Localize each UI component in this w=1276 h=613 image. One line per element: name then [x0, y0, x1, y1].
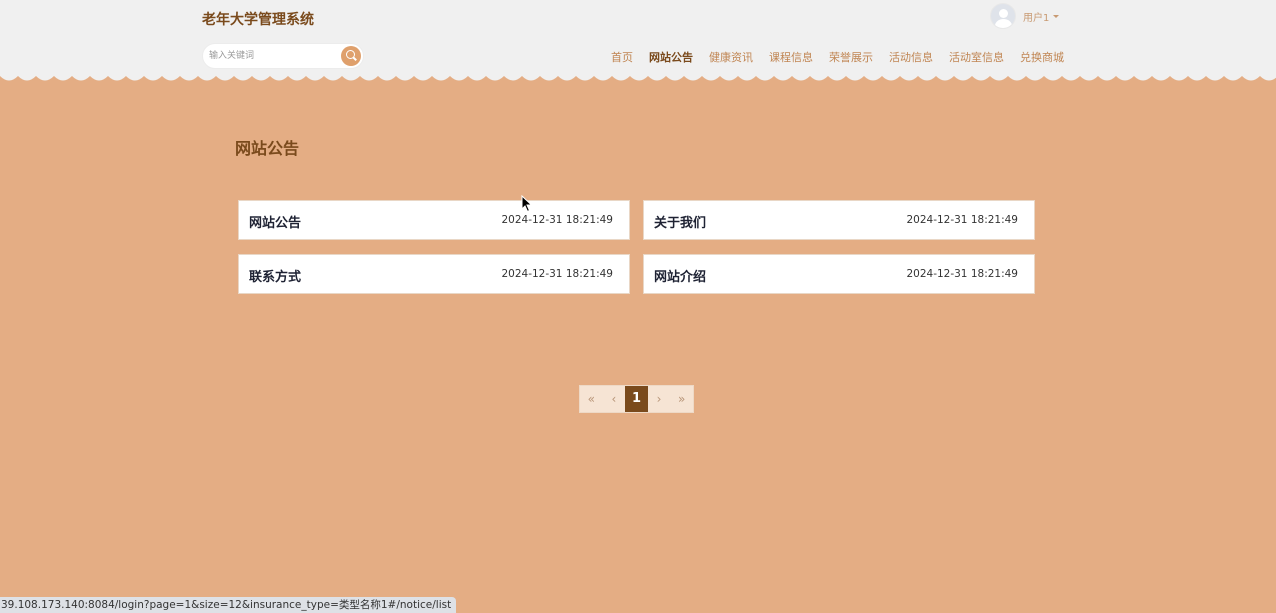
- pagination-page-current[interactable]: 1: [625, 386, 648, 412]
- notice-item[interactable]: 网站公告 2024-12-31 18:21:49: [238, 200, 630, 240]
- main-nav: 首页 网站公告 健康资讯 课程信息 荣誉展示 活动信息 活动室信息 兑换商城: [595, 50, 1064, 66]
- search-button[interactable]: [341, 46, 361, 66]
- notice-title: 网站介绍: [654, 270, 707, 285]
- nav-item-notice[interactable]: 网站公告: [649, 50, 693, 66]
- notice-item[interactable]: 联系方式 2024-12-31 18:21:49: [238, 254, 630, 294]
- nav-item-honors[interactable]: 荣誉展示: [829, 50, 873, 66]
- pagination-next-button[interactable]: ›: [647, 386, 671, 412]
- user-name: 用户1: [1023, 12, 1050, 24]
- nav-item-home[interactable]: 首页: [611, 50, 633, 66]
- mouse-cursor-icon: [521, 195, 533, 213]
- notice-title: 联系方式: [249, 270, 302, 285]
- notice-title: 关于我们: [654, 216, 707, 231]
- site-title: 老年大学管理系统: [202, 12, 314, 28]
- browser-status-bar: 39.108.173.140:8084/login?page=1&size=12…: [0, 597, 457, 613]
- chevron-down-icon: [1053, 14, 1060, 18]
- search-box: [202, 43, 364, 69]
- notice-time: 2024-12-31 18:21:49: [501, 214, 613, 226]
- pagination-first-button[interactable]: «: [580, 386, 603, 412]
- header-wave-divider: [0, 72, 1276, 88]
- user-menu[interactable]: 用户1: [990, 3, 1060, 29]
- notice-item[interactable]: 网站介绍 2024-12-31 18:21:49: [643, 254, 1035, 294]
- page-title: 网站公告: [235, 139, 300, 158]
- pagination-prev-button[interactable]: ‹: [602, 386, 626, 412]
- nav-item-activity-rooms[interactable]: 活动室信息: [949, 50, 1004, 66]
- nav-item-activities[interactable]: 活动信息: [889, 50, 933, 66]
- pagination: « ‹ 1 › »: [579, 385, 694, 413]
- nav-item-courses[interactable]: 课程信息: [769, 50, 813, 66]
- notice-title: 网站公告: [249, 216, 302, 231]
- site-header: 老年大学管理系统 用户1 首页 网站公告 健康资讯 课程信息 荣誉展示 活动信息…: [0, 0, 1276, 76]
- user-avatar-icon: [990, 3, 1016, 29]
- notice-time: 2024-12-31 18:21:49: [906, 214, 1018, 226]
- search-input[interactable]: [209, 48, 335, 64]
- notice-time: 2024-12-31 18:21:49: [501, 268, 613, 280]
- notice-item[interactable]: 关于我们 2024-12-31 18:21:49: [643, 200, 1035, 240]
- nav-item-health-news[interactable]: 健康资讯: [709, 50, 753, 66]
- nav-item-shop[interactable]: 兑换商城: [1020, 50, 1064, 66]
- notice-time: 2024-12-31 18:21:49: [906, 268, 1018, 280]
- pagination-last-button[interactable]: »: [670, 386, 693, 412]
